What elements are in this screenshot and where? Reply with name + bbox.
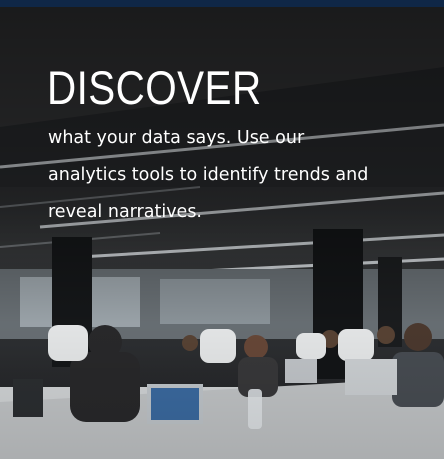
hero-description: what your data says. Use our analytics t… — [48, 128, 369, 222]
top-bar — [0, 0, 444, 7]
hero-headline: DISCOVER — [47, 61, 262, 114]
hero-banner: DISCOVER what your data says. Use our an… — [0, 0, 444, 459]
